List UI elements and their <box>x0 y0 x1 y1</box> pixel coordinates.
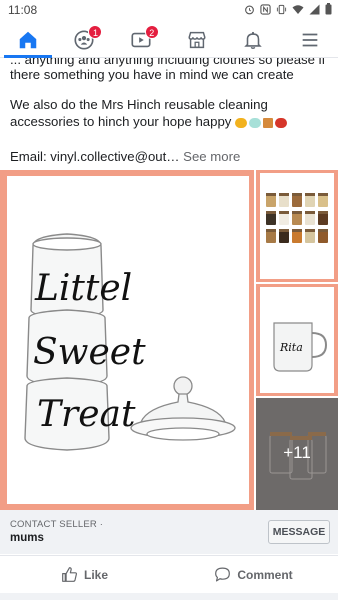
thumbs-up-icon <box>62 567 77 582</box>
main-photo-content: Littel Sweet Treat <box>7 176 249 504</box>
top-nav: 1 2 <box>0 22 338 58</box>
mug-name-text: Rita <box>279 341 303 354</box>
message-button[interactable]: MESSAGE <box>268 520 330 544</box>
shop-icon <box>188 31 206 48</box>
comment-button[interactable]: Comment <box>169 556 338 593</box>
tab-menu[interactable] <box>282 22 338 57</box>
watch-badge: 2 <box>144 25 159 39</box>
status-bar: 11:08 <box>0 0 338 22</box>
more-photos-count: +11 <box>283 443 311 462</box>
cleaning-emojis <box>235 117 288 128</box>
thumbnail-more-content: +11 <box>260 401 334 507</box>
thumbnail-mug-content: Rita <box>260 287 334 393</box>
post-line-1: there something you have in mind we can … <box>10 67 294 82</box>
photo-gallery: Littel Sweet Treat Rita +11 <box>0 170 338 510</box>
alarm-icon <box>244 4 255 19</box>
tab-watch[interactable]: 2 <box>113 22 169 57</box>
post-paragraph-2: We also do the Mrs Hinch reusable cleani… <box>10 96 330 130</box>
like-button[interactable]: Like <box>0 556 169 593</box>
post-text: there something you have in mind we can … <box>10 66 330 83</box>
signal-icon <box>309 4 320 19</box>
jar-word-1: Littel <box>34 268 132 309</box>
comment-label: Comment <box>237 567 293 582</box>
spice-jars-illustration <box>266 193 328 243</box>
home-icon <box>19 31 37 48</box>
jar-illustration: Littel Sweet Treat <box>24 233 236 451</box>
email-line: Email: vinyl.collective@out… See more <box>10 148 240 165</box>
thumbnail-jars-content <box>260 173 334 279</box>
comment-icon <box>215 567 231 582</box>
tab-notifications[interactable] <box>225 22 281 57</box>
bell-icon <box>244 31 263 49</box>
mug-illustration: Rita <box>273 322 328 372</box>
see-more-link[interactable]: See more <box>183 149 240 164</box>
broom-emoji <box>263 117 274 128</box>
jar-word-2: Sweet <box>33 332 146 373</box>
jar-word-3: Treat <box>37 394 136 435</box>
thumbnail-mug[interactable]: Rita <box>256 284 338 396</box>
thumbnail-more-photos[interactable]: +11 <box>256 398 338 510</box>
basket-emoji <box>275 117 288 128</box>
battery-icon <box>325 3 332 19</box>
seller-name[interactable]: mums <box>10 532 44 544</box>
main-photo[interactable]: Littel Sweet Treat <box>0 170 254 510</box>
like-label: Like <box>83 567 108 582</box>
contact-seller-label: CONTACT SELLER · <box>10 519 104 530</box>
tab-groups[interactable]: 1 <box>56 22 112 57</box>
tab-marketplace[interactable] <box>169 22 225 57</box>
thumbnail-jars[interactable] <box>256 170 338 282</box>
post-actions: Like Comment <box>0 555 338 593</box>
menu-icon <box>302 33 318 46</box>
status-icons <box>244 3 332 19</box>
groups-badge: 1 <box>88 25 103 39</box>
vibrate-icon <box>276 4 287 19</box>
email-text: Email: vinyl.collective@out… <box>10 149 180 164</box>
contact-seller-bar: CONTACT SELLER · mums MESSAGE <box>0 510 338 554</box>
soap-emoji <box>249 117 262 128</box>
tab-home[interactable] <box>0 22 56 58</box>
status-time: 11:08 <box>8 3 38 17</box>
nfc-icon <box>260 3 271 19</box>
sponge-emoji <box>235 117 248 128</box>
feed-divider <box>0 593 338 600</box>
wifi-icon <box>292 4 304 19</box>
